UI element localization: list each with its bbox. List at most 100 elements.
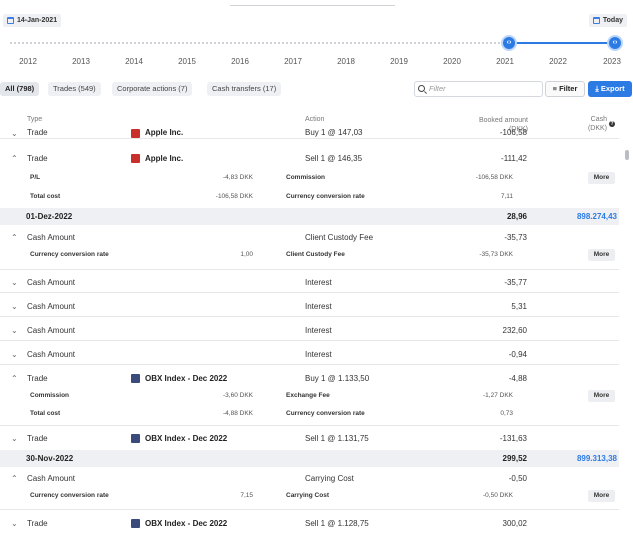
list-item[interactable]: ⌃ Trade Apple Inc. Sell 1 @ 146,35 -111,… [0,154,619,168]
filter-button[interactable]: ≡ Filter [545,81,585,97]
timeline-year-label[interactable]: 2020 [443,57,461,66]
detail-label: Total cost [30,193,61,200]
timeline-end-handle[interactable]: ‹› [607,35,623,51]
more-button[interactable]: More [588,490,615,502]
chevron-down-icon[interactable]: ⌄ [11,129,18,138]
scrollbar[interactable] [625,150,629,160]
timeline-year-label[interactable]: 2023 [603,57,621,66]
tab-cash-transfers[interactable]: Cash transfers (17) [207,82,282,96]
row-action: Interest [305,326,332,335]
detail-value: -3,60 DKK [223,392,253,399]
chevron-down-icon[interactable]: ⌄ [11,278,18,287]
index-logo-icon [131,374,140,383]
row-action: Buy 1 @ 147,03 [305,128,363,137]
detail-label: Exchange Fee [286,392,330,399]
list-item[interactable]: ⌄ Trade OBX Index - Dec 2022 Sell 1 @ 1.… [0,434,619,448]
chevron-up-icon[interactable]: ⌃ [11,233,18,242]
detail-label: Commission [30,392,70,399]
stock-logo-icon [131,129,140,138]
group-cash: 899.313,38 [576,454,617,463]
detail-value: 0,73 [500,410,513,417]
detail-label: Client Custody Fee [286,251,345,258]
row-action: Interest [305,302,332,311]
list-item[interactable]: ⌃ Cash Amount Carrying Cost -0,50 [0,474,619,488]
detail-value: -35,73 DKK [479,251,513,258]
list-item[interactable]: ⌃ Trade OBX Index - Dec 2022 Buy 1 @ 1.1… [0,374,619,388]
row-type: Trade [27,519,48,528]
group-cash: 898.274,43 [576,212,617,221]
row-type: Trade [27,128,48,137]
timeline-year-label[interactable]: 2019 [390,57,408,66]
more-button[interactable]: More [588,390,615,402]
row-type: Cash Amount [27,326,76,335]
group-date: 01-Dez-2022 [26,212,73,221]
list-item[interactable]: ⌄ Cash Amount Interest 5,31 [0,302,619,317]
search-input[interactable]: Filter [414,81,543,97]
chevron-up-icon[interactable]: ⌃ [11,474,18,483]
chevron-down-icon[interactable]: ⌄ [11,519,18,528]
row-action: Client Custody Fee [305,233,374,242]
start-date-chip[interactable]: 14-Jan-2021 [3,14,62,27]
timeline-start-handle[interactable]: ‹› [501,35,517,51]
list-item[interactable]: ⌄ Cash Amount Interest -35,77 [0,278,619,293]
chevron-up-icon[interactable]: ⌃ [11,154,18,163]
detail-label: Total cost [30,410,61,417]
more-button[interactable]: More [588,172,615,184]
list-item[interactable]: ⌄ Cash Amount Interest 232,60 [0,326,619,341]
chevron-down-icon[interactable]: ⌄ [11,434,18,443]
detail-label: Currency conversion rate [30,492,109,499]
timeline-year-label[interactable]: 2013 [72,57,90,66]
row-type: Trade [27,154,48,163]
row-amount: 232,60 [502,326,527,335]
row-amount: -131,63 [499,434,527,443]
row-action: Interest [305,350,332,359]
detail-label: Currency conversion rate [30,251,109,258]
group-amount: 299,52 [502,454,527,463]
detail-label: Commission [286,174,326,181]
help-icon[interactable]: ? [609,121,615,127]
row-amount: -35,73 [504,233,527,242]
calendar-icon [7,17,14,24]
row-details: Currency conversion rate 1,00 Client Cus… [0,249,619,270]
detail-value: 1,00 [240,251,253,258]
list-item[interactable]: ⌄ Trade OBX Index - Dec 2022 Sell 1 @ 1.… [0,519,619,533]
tab-all[interactable]: All (798) [0,82,40,96]
chevron-down-icon[interactable]: ⌄ [11,302,18,311]
col-type: Type [27,116,43,123]
list-item[interactable]: ⌃ Cash Amount Client Custody Fee -35,73 [0,233,619,247]
timeline-year-label[interactable]: 2018 [337,57,355,66]
timeline-year-label[interactable]: 2012 [19,57,37,66]
row-type: Cash Amount [27,302,76,311]
detail-label: Currency conversion rate [286,410,365,417]
row-amount: -106,58 [499,128,527,137]
group-amount: 28,96 [506,212,527,221]
timeline-year-label[interactable]: 2017 [284,57,302,66]
date-group-row: 30-Nov-2022 299,52 899.313,38 [0,450,619,467]
timeline-year-label[interactable]: 2014 [125,57,143,66]
top-divider [230,5,395,6]
row-amount: -0,50 [508,474,527,483]
tab-corporate-actions[interactable]: Corporate actions (7) [112,82,193,96]
timeline-year-label[interactable]: 2016 [231,57,249,66]
col-action: Action [305,116,325,123]
timeline-year-label[interactable]: 2022 [549,57,567,66]
group-date: 30-Nov-2022 [26,454,74,463]
today-chip[interactable]: Today [588,14,627,27]
index-logo-icon [131,434,140,443]
list-item[interactable]: ⌄ Cash Amount Interest -0,94 [0,350,619,365]
chevron-up-icon[interactable]: ⌃ [11,374,18,383]
today-label: Today [602,17,623,24]
row-action: Interest [305,278,332,287]
chevron-down-icon[interactable]: ⌄ [11,350,18,359]
row-amount: 5,31 [511,302,527,311]
timeline-year-label[interactable]: 2015 [178,57,196,66]
list-item[interactable]: ⌄ Trade Apple Inc. Buy 1 @ 147,03 -106,5… [0,128,619,139]
row-amount: -4,88 [508,374,527,383]
timeline-year-label[interactable]: 2021 [496,57,514,66]
detail-value: 7,15 [240,492,253,499]
chevron-down-icon[interactable]: ⌄ [11,326,18,335]
tab-trades[interactable]: Trades (549) [48,82,101,96]
more-button[interactable]: More [588,249,615,261]
export-button[interactable]: ⤓ Export [588,81,632,97]
detail-value: -4,88 DKK [223,410,253,417]
